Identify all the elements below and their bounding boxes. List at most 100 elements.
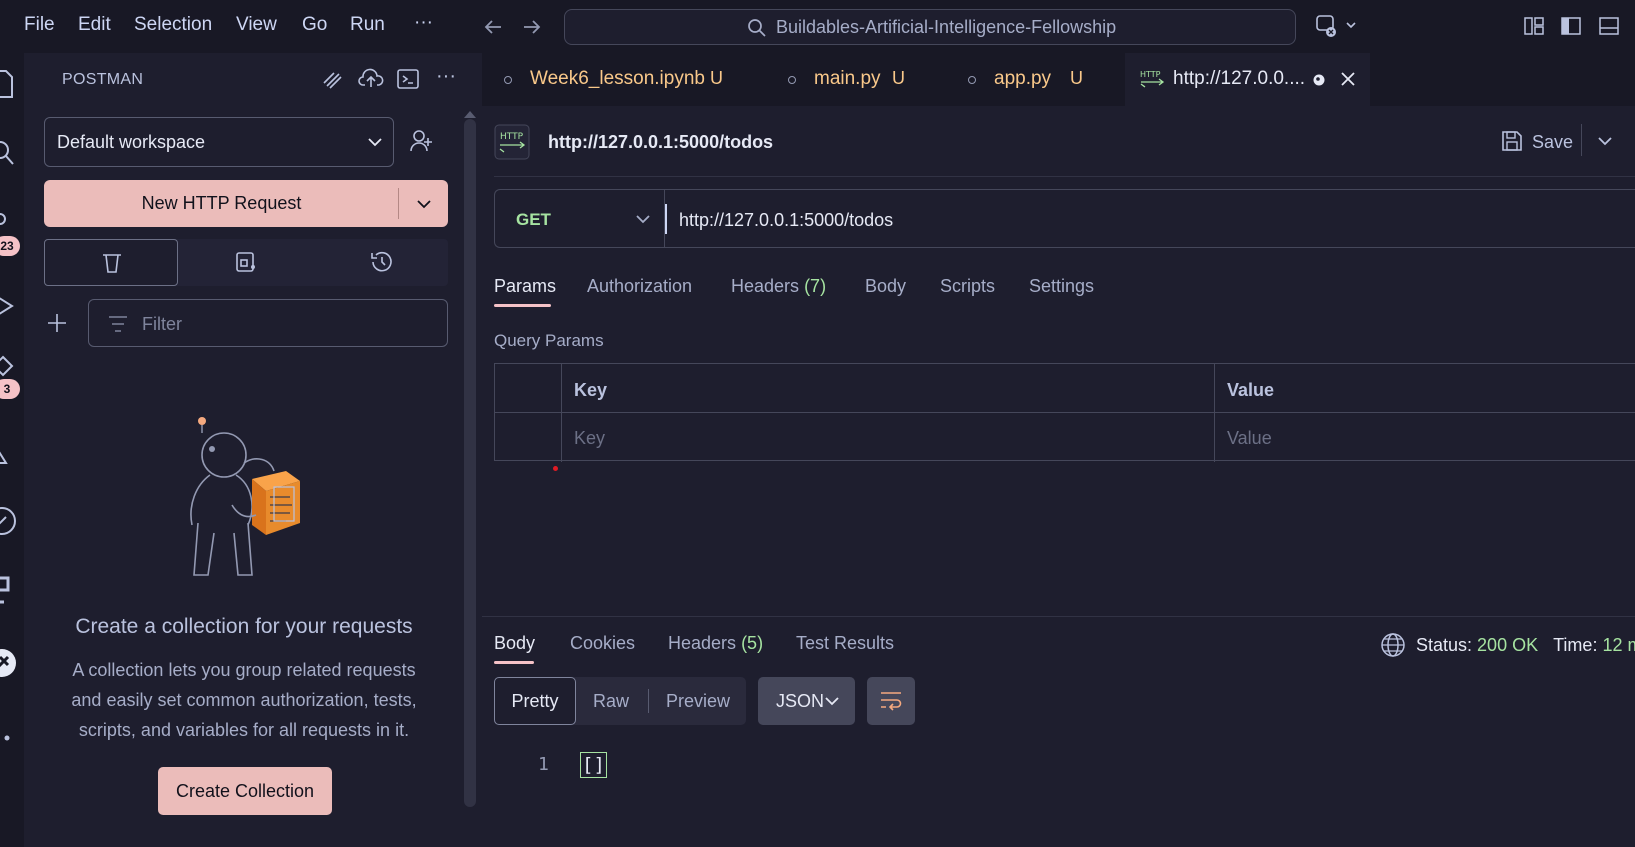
explorer-icon[interactable] [0,69,14,99]
save-button[interactable]: Save [1532,132,1573,153]
language-select[interactable]: JSON [758,677,855,725]
chevron-down-icon[interactable] [1597,134,1613,148]
scroll-up-icon[interactable] [463,109,477,119]
chevron-down-icon[interactable] [416,197,432,211]
close-icon[interactable] [1340,71,1356,87]
tab-week6-lesson[interactable]: Week6_lesson.ipynb U [482,53,734,106]
save-divider [1581,124,1582,156]
response-tab-headers[interactable]: Headers (5) [668,633,763,654]
time-value: 12 ms [1602,635,1635,655]
status-value: 200 OK [1477,635,1539,655]
run-debug-icon[interactable] [0,293,16,319]
red-dot-indicator [553,466,558,471]
value-column-header: Value [1227,380,1275,400]
tab-settings[interactable]: Settings [1029,276,1094,297]
add-collection-icon[interactable] [46,312,68,334]
tab-history[interactable] [314,239,448,286]
python-icon[interactable] [0,575,18,609]
forward-arrow-icon[interactable] [521,16,543,38]
tab-params[interactable]: Params [494,276,556,297]
copilot-icon[interactable] [1315,13,1361,39]
tab-main-py[interactable]: main.py U [752,53,922,106]
untracked-status: U [1070,68,1083,88]
url-text: http://127.0.0.1:5000/todos [679,210,894,230]
response-tab-body[interactable]: Body [494,633,535,654]
chevron-down-icon [367,135,383,149]
astronaut-illustration [174,415,314,585]
response-tab-test-results[interactable]: Test Results [796,633,894,654]
remote-explorer-icon[interactable] [0,505,18,537]
format-toggle-group: Pretty Raw Preview [494,677,746,725]
response-tab-cookies[interactable]: Cookies [570,633,635,654]
filter-input[interactable]: Filter [88,299,448,347]
response-body-code[interactable]: [] [580,752,607,778]
unsaved-dot-icon [1313,74,1325,86]
tab-body[interactable]: Body [865,276,906,297]
split-divider [398,188,399,219]
menu-file[interactable]: File [24,14,55,36]
cloud-upload-icon[interactable] [358,67,384,91]
back-arrow-icon[interactable] [482,16,504,38]
create-collection-button[interactable]: Create Collection [158,767,332,815]
source-control-icon[interactable] [0,211,12,231]
menu-selection[interactable]: Selection [134,14,212,36]
testing-icon[interactable] [0,435,12,465]
tab-scripts[interactable]: Scripts [940,276,995,297]
tab-collections[interactable] [44,239,178,286]
more-actions-icon[interactable]: ··· [436,65,456,88]
modified-dot-icon [504,76,512,84]
tab-http-request[interactable]: HTTP http://127.0.0.... [1125,53,1370,106]
pretty-button[interactable]: Pretty [494,677,576,725]
request-title: http://127.0.0.1:5000/todos [548,132,774,152]
sidebar-view-tabs [44,239,448,286]
activity-bar: 23 3 [0,53,24,847]
method-select[interactable]: GET [494,189,666,248]
new-http-request-button[interactable]: New HTTP Request [44,180,448,227]
menu-edit[interactable]: Edit [78,14,111,36]
response-divider[interactable] [482,616,1635,617]
search-activity-icon[interactable] [0,139,16,169]
terminal-icon[interactable] [396,67,420,91]
word-wrap-button[interactable] [867,677,915,725]
toggle-panel-icon[interactable] [1598,15,1620,37]
customize-layout-icon[interactable] [1523,15,1545,37]
key-input[interactable]: Key [574,428,605,449]
extensions-icon[interactable] [0,355,16,377]
more-dot-icon[interactable] [4,735,10,741]
toggle-sidebar-icon[interactable] [1560,15,1582,37]
tab-app-py[interactable]: app.py U [940,53,1110,106]
menu-more[interactable]: ··· [414,12,433,34]
globe-icon[interactable] [1380,632,1406,658]
table-divider [561,364,562,462]
tab-label: http://127.0.0.... [1173,68,1306,89]
query-params-label: Query Params [494,331,604,350]
add-user-icon[interactable] [409,128,435,154]
sidebar-title: POSTMAN [62,71,144,88]
command-center-search[interactable]: Buildables-Artificial-Intelligence-Fello… [564,9,1296,45]
svg-text:HTTP: HTTP [500,132,524,142]
save-icon[interactable] [1500,129,1524,153]
tab-environments[interactable] [179,239,313,286]
sidebar-scrollbar[interactable] [464,119,476,807]
workspace-select[interactable]: Default workspace [44,117,394,167]
raw-button[interactable]: Raw [586,677,636,725]
tab-label: Week6_lesson.ipynb [530,68,705,89]
api-icon[interactable] [320,67,344,91]
menu-view[interactable]: View [236,14,277,36]
value-input[interactable]: Value [1227,428,1272,449]
preview-button[interactable]: Preview [658,677,738,725]
empty-state-description: A collection lets you group related requ… [71,660,417,740]
search-icon [747,18,767,38]
url-input[interactable]: http://127.0.0.1:5000/todos [664,189,1635,248]
language-label: JSON [776,691,825,711]
tab-headers[interactable]: Headers (7) [731,276,826,297]
method-label: GET [516,210,551,229]
new-http-request-label: New HTTP Request [141,193,302,213]
postman-icon[interactable] [0,647,18,679]
tab-authorization[interactable]: Authorization [587,276,692,297]
tab-label: main.py [814,68,881,89]
response-status: Status: 200 OK Time: 12 ms [1416,635,1635,656]
menu-go[interactable]: Go [302,14,327,36]
table-divider [495,412,1635,413]
menu-run[interactable]: Run [350,14,385,36]
